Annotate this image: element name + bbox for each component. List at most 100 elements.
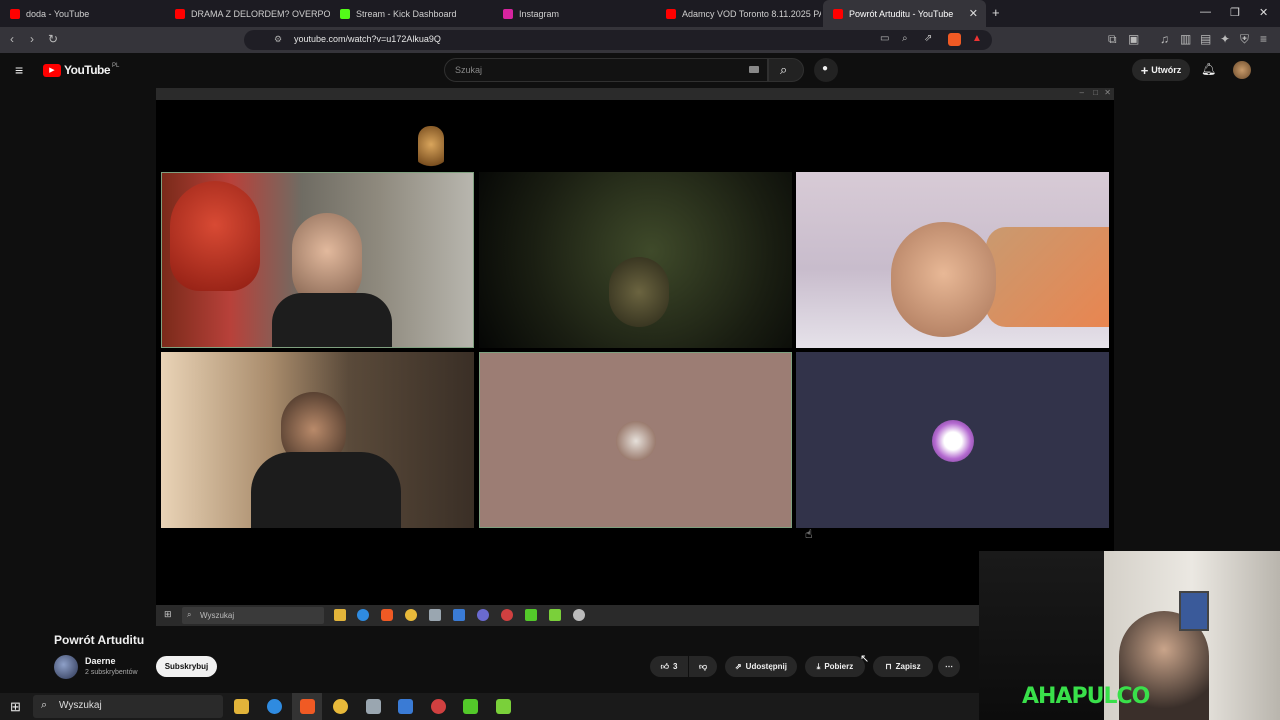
obs-icon[interactable] <box>431 699 446 714</box>
reload-icon[interactable]: ↻ <box>48 32 58 46</box>
more-icon: ⋯ <box>945 662 953 671</box>
share-icon[interactable]: ⇗ <box>924 33 932 44</box>
search-icon: ⌕ <box>41 699 48 711</box>
youtube-icon <box>833 8 843 19</box>
hamburger-menu-icon[interactable]: ≡ <box>15 62 23 78</box>
app-icon <box>429 609 441 621</box>
more-actions-button[interactable]: ⋯ <box>938 656 960 677</box>
subscriber-count: 2 subskrybentów <box>85 669 138 676</box>
browser-tab-strip: doda - YouTube DRAMA Z DELORDEM? OVERPOW… <box>0 0 1280 27</box>
channel-name[interactable]: Daerne <box>85 656 116 666</box>
voice-search-button[interactable]: ● <box>814 58 838 82</box>
browser-tab[interactable]: Stream - Kick Dashboard <box>330 0 493 27</box>
video-player[interactable]: – □ ✕ <box>156 88 1114 605</box>
search-placeholder: Szukaj <box>455 65 483 75</box>
app-icon[interactable] <box>496 699 511 714</box>
zoom-icon[interactable]: ⌕ <box>902 33 908 44</box>
windows-start-icon: ⊞ <box>164 609 172 619</box>
brave-shields-icon[interactable] <box>948 33 961 46</box>
notifications-bell-icon[interactable]: 🔔︎ <box>1201 62 1216 76</box>
youtube-icon <box>666 8 676 19</box>
overlay-logo: AHAPULCO <box>1022 684 1150 709</box>
save-label: Zapisz <box>895 662 921 671</box>
channel-avatar[interactable] <box>54 655 78 679</box>
like-button[interactable]: 👍︎ 3 <box>650 656 688 677</box>
participant-tile-5 <box>479 352 792 528</box>
app-icon <box>573 609 585 621</box>
participant-avatar <box>616 421 656 461</box>
participant-tile-2 <box>479 172 792 348</box>
vpn-icon[interactable]: ⛨ <box>1240 32 1249 47</box>
kick-icon[interactable] <box>463 699 478 714</box>
download-label: Pobierz <box>824 662 854 671</box>
hamster-sticker <box>418 126 444 172</box>
account-avatar[interactable] <box>1233 61 1251 79</box>
forward-icon[interactable]: › <box>30 32 34 46</box>
taskbar-search-label: Wyszukaj <box>59 700 102 711</box>
browser-tab[interactable]: doda - YouTube <box>0 0 165 27</box>
app-icon[interactable] <box>366 699 381 714</box>
like-count: 3 <box>672 662 678 671</box>
new-tab-icon[interactable]: + <box>992 5 1000 20</box>
keyboard-icon[interactable] <box>749 66 759 73</box>
embedded-search: ⌕ Wyszukaj <box>182 607 324 624</box>
cast-icon[interactable]: ▭ <box>880 33 889 44</box>
leo-icon[interactable]: ✦ <box>1220 32 1230 46</box>
create-button[interactable]: + Utwórz <box>1132 59 1190 81</box>
media-icon[interactable]: ♫ <box>1160 32 1169 46</box>
embedded-minimize-icon: – <box>1079 88 1084 97</box>
subscribe-button[interactable]: Subskrybuj <box>156 656 217 677</box>
share-button[interactable]: ⇗ Udostępnij <box>725 656 797 677</box>
download-icon: ⤓ <box>816 661 821 671</box>
wallet-icon[interactable]: ▣ <box>1128 32 1139 46</box>
participant-avatar <box>932 420 974 462</box>
search-button[interactable]: ⌕ <box>768 58 804 82</box>
sidebar-icon[interactable]: ▥ <box>1180 32 1191 46</box>
obs-icon <box>501 609 513 621</box>
windows-start-icon[interactable]: ⊞ <box>10 699 21 715</box>
address-bar[interactable]: ⚙ youtube.com/watch?v=u172Alkua9Q ▭ ⌕ ⇗ … <box>244 30 992 50</box>
restore-icon[interactable]: ❐ <box>1230 6 1240 19</box>
embedded-maximize-icon: □ <box>1093 88 1098 97</box>
browser-tab[interactable]: Adamcy VOD Toronto 8.11.2025 PAR <box>656 0 821 27</box>
folder-icon <box>334 609 346 621</box>
video-title: Powrót Artuditu <box>54 633 145 647</box>
close-window-icon[interactable]: ✕ <box>1259 6 1268 19</box>
browser-tab-active[interactable]: Powrót Artuditu - YouTube ✕ <box>823 0 986 27</box>
dislike-button[interactable]: 👎︎ <box>689 656 717 677</box>
taskbar-search[interactable]: ⌕ Wyszukaj <box>33 695 223 718</box>
youtube-logo[interactable]: ▶ YouTube PL <box>43 63 119 77</box>
search-input[interactable]: Szukaj <box>444 58 768 82</box>
share-icon: ⇗ <box>734 662 742 671</box>
youtube-header: ≡ ▶ YouTube PL Szukaj ⌕ ● + Utwórz 🔔︎ <box>0 53 1280 87</box>
file-explorer-icon[interactable] <box>234 699 249 714</box>
close-tab-icon[interactable]: ✕ <box>969 7 978 20</box>
extensions-icon[interactable]: ⧉ <box>1108 32 1117 47</box>
search-icon: ⌕ <box>187 610 192 619</box>
brave-icon[interactable] <box>300 699 315 714</box>
edge-icon <box>357 609 369 621</box>
save-button[interactable]: ⊓ Zapisz <box>873 656 933 677</box>
embedded-taskbar: ⊞ ⌕ Wyszukaj <box>156 605 980 626</box>
kick-icon <box>525 609 537 621</box>
steam-icon[interactable] <box>398 699 413 714</box>
participant-tile-6 <box>796 352 1109 528</box>
edge-icon[interactable] <box>267 699 282 714</box>
download-button[interactable]: ⤓ Pobierz <box>805 656 865 677</box>
wallet2-icon[interactable]: ▤ <box>1200 32 1211 46</box>
browser-tab[interactable]: Instagram <box>493 0 656 27</box>
instagram-icon <box>503 8 513 19</box>
bookmark-icon: ⊓ <box>885 662 892 671</box>
site-info-icon[interactable]: ⚙ <box>274 34 282 45</box>
youtube-wordmark: YouTube <box>64 63 111 77</box>
youtube-play-icon: ▶ <box>43 63 61 77</box>
browser-tab[interactable]: DRAMA Z DELORDEM? OVERPOW O <box>165 0 330 27</box>
brave-rewards-icon[interactable]: ▲ <box>972 33 982 44</box>
menu-icon[interactable]: ≡ <box>1260 32 1267 46</box>
kick-icon <box>340 8 350 19</box>
cursor-icon: ↖ <box>860 653 870 665</box>
back-icon[interactable]: ‹ <box>10 32 14 46</box>
create-label: Utwórz <box>1151 65 1182 75</box>
minimize-icon[interactable]: — <box>1200 6 1211 18</box>
chrome-icon[interactable] <box>333 699 348 714</box>
